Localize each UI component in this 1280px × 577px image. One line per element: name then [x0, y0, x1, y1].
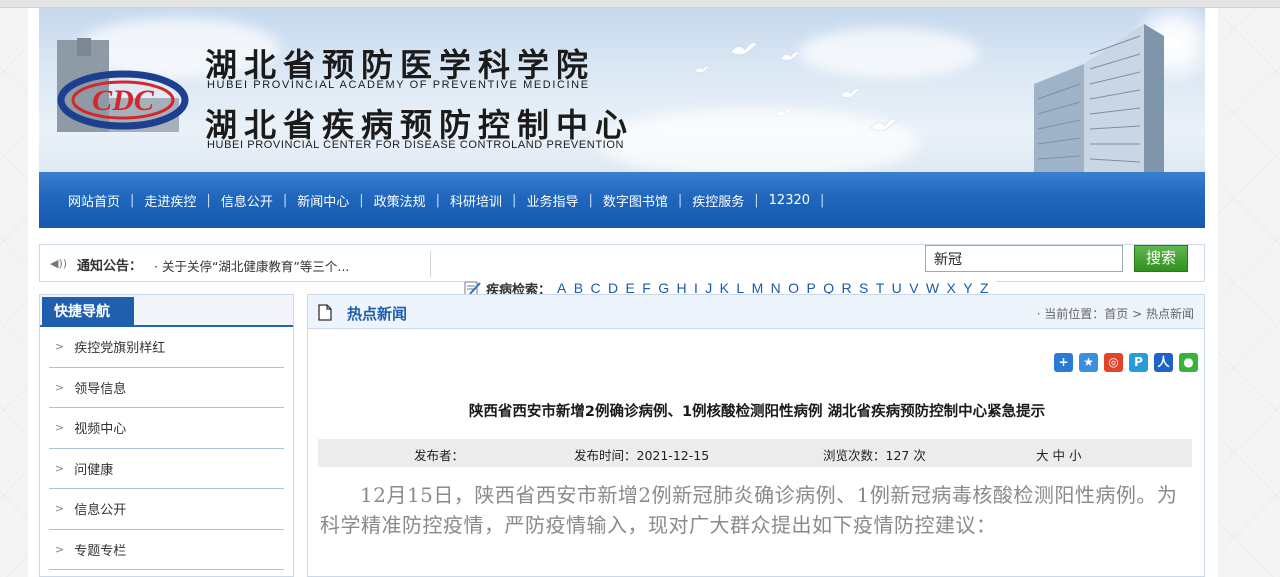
- dove-icon: [694, 66, 710, 73]
- chevron-right-icon: >: [55, 421, 65, 435]
- nav-separator: |: [206, 192, 211, 208]
- main-header: 热点新闻 · 当前位置：首页 > 热点新闻: [308, 295, 1204, 329]
- share-toolbar: + ★ ◎ P 人 ●: [1048, 353, 1198, 372]
- sidebar-item[interactable]: > 专题专栏: [49, 530, 284, 570]
- sidebar-item-label: 领导信息: [74, 381, 127, 397]
- sidebar-item-label: 信息公开: [74, 503, 127, 519]
- share-weibo-icon[interactable]: ◎: [1104, 353, 1123, 372]
- notice-divider: [430, 251, 431, 277]
- speaker-icon: ◀)): [50, 257, 68, 270]
- chevron-right-icon: >: [55, 380, 65, 394]
- sidebar-item[interactable]: > 疾控党旗别样红: [49, 327, 284, 368]
- chevron-right-icon: >: [55, 461, 65, 475]
- nav-separator: |: [512, 192, 517, 208]
- cdc-logo: CDC: [53, 38, 189, 134]
- main-nav: 网站首页 | 走进疾控 | 信息公开 | 新闻中心 | 政策法规 | 科研培训 | 业务指导 | 数字图书馆…: [39, 172, 1205, 228]
- notice-link[interactable]: · 关于关停“湖北健康教育”等三个...: [154, 256, 349, 275]
- view-count: 浏览次数：127 次: [823, 448, 926, 463]
- page-container: CDC 湖北省预防医学科学院 HUBEI PROVINCIAL ACADEMY …: [28, 8, 1218, 577]
- search-button[interactable]: 搜索: [1134, 245, 1188, 272]
- logo-text: CDC: [92, 84, 155, 117]
- nav-item[interactable]: 疾控服务: [692, 191, 744, 210]
- nav-item[interactable]: 数字图书馆: [603, 191, 668, 210]
- sidebar-title: 快捷导航: [42, 297, 134, 327]
- nav-separator: |: [677, 192, 683, 208]
- publisher: 发布者：: [414, 448, 465, 463]
- sidebar-item-label: 疾控党旗别样红: [74, 341, 166, 357]
- document-icon: [318, 304, 332, 321]
- nav-item[interactable]: 网站首页: [68, 191, 120, 210]
- article-meta: 发布者： 发布时间：2021-12-15 浏览次数：127 次 大 中 小: [318, 439, 1192, 467]
- nav-item[interactable]: 科研培训: [450, 191, 502, 210]
- article-title: 陕西省西安市新增2例确诊病例、1例核酸检测阳性病例 湖北省疾病预防控制中心紧急提…: [468, 404, 1046, 420]
- search-input[interactable]: 新冠: [925, 245, 1123, 272]
- nav-item[interactable]: 新闻中心: [297, 191, 349, 210]
- nav-separator: |: [820, 192, 825, 208]
- nav-separator: |: [130, 192, 135, 208]
- site-title-en-1: HUBEI PROVINCIAL ACADEMY OF PREVENTIVE M…: [207, 79, 590, 91]
- building-illustration: [1034, 24, 1164, 172]
- chevron-right-icon: >: [55, 542, 65, 556]
- share-qzone-icon[interactable]: ★: [1079, 353, 1098, 372]
- font-size-toggle[interactable]: 大 中 小: [1036, 445, 1081, 464]
- sidebar-item-label: 问健康: [74, 462, 114, 478]
- nav-item[interactable]: 走进疾控: [144, 191, 196, 210]
- dove-icon: [730, 42, 758, 55]
- sidebar-item[interactable]: > 视频中心: [49, 408, 284, 449]
- share-wechat-icon[interactable]: ●: [1179, 353, 1198, 372]
- publish-time: 发布时间：2021-12-15: [574, 448, 710, 463]
- section-title: 热点新闻: [347, 305, 408, 323]
- dove-icon: [840, 88, 860, 98]
- site-title-en-2: HUBEI PROVINCIAL CENTER FOR DISEASE CONT…: [207, 139, 625, 151]
- share-tencent-icon[interactable]: P: [1129, 353, 1148, 372]
- site-banner: CDC 湖北省预防医学科学院 HUBEI PROVINCIAL ACADEMY …: [39, 8, 1205, 172]
- sidebar-item[interactable]: > 信息公开: [49, 489, 284, 530]
- share-plus-icon[interactable]: +: [1054, 353, 1073, 372]
- sidebar-item[interactable]: > 领导信息: [49, 368, 284, 408]
- nav-item[interactable]: 信息公开: [221, 191, 273, 210]
- dove-icon: [870, 118, 898, 131]
- share-renren-icon[interactable]: 人: [1154, 353, 1173, 372]
- sidebar-header: 快捷导航: [40, 295, 293, 327]
- nav-separator: |: [754, 192, 759, 208]
- article-body: 12月15日，陕西省西安市新增2例新冠肺炎确诊病例、1例新冠病毒核酸检测阳性病例…: [320, 483, 1178, 537]
- breadcrumb[interactable]: · 当前位置：首页 > 热点新闻: [1037, 305, 1194, 322]
- notice-label: 通知公告：: [77, 259, 143, 274]
- dove-icon: [780, 51, 800, 61]
- main-content: 热点新闻 · 当前位置：首页 > 热点新闻 + ★ ◎ P 人 ● 陕西省西安市…: [307, 294, 1205, 577]
- nav-separator: |: [282, 192, 288, 208]
- dove-icon: [775, 108, 793, 117]
- cloud-decoration: [799, 28, 979, 78]
- cdc-logo-icon: CDC: [57, 38, 189, 132]
- nav-item[interactable]: 12320: [769, 193, 810, 208]
- nav-item[interactable]: 政策法规: [374, 191, 426, 210]
- browser-top-strip: [0, 0, 1280, 8]
- chevron-right-icon: >: [55, 502, 65, 516]
- chevron-right-icon: >: [55, 340, 65, 354]
- nav-item[interactable]: 业务指导: [526, 191, 578, 210]
- notice-bar: ◀)) 通知公告： · 关于关停“湖北健康教育”等三个... 新冠 搜索: [39, 244, 1205, 282]
- sidebar-item-label: 视频中心: [74, 422, 127, 438]
- nav-separator: |: [435, 192, 441, 208]
- quick-nav-sidebar: 快捷导航 > 疾控党旗别样红 > 领导信息 > 视频中心 > 问健康 > 信息公开 > 专题专栏: [39, 294, 294, 577]
- nav-separator: |: [588, 192, 593, 208]
- sidebar-item[interactable]: > 问健康: [49, 449, 284, 489]
- nav-separator: |: [359, 192, 364, 208]
- sidebar-item-label: 专题专栏: [74, 543, 127, 559]
